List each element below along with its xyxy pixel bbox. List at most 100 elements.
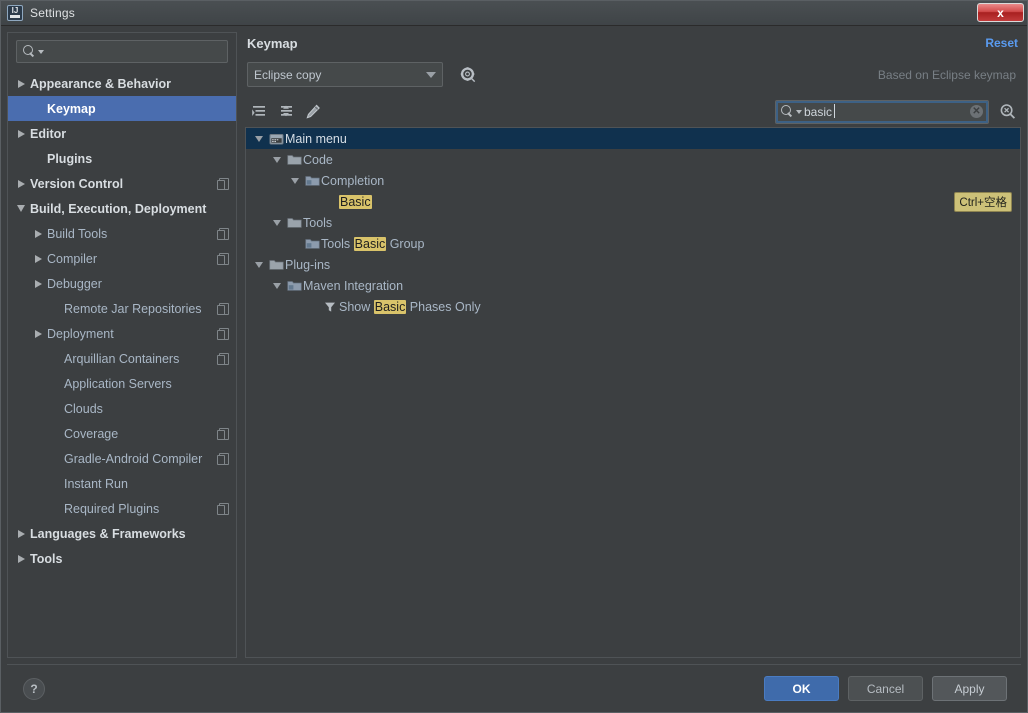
ok-button[interactable]: OK [764,676,839,701]
action-tree-row-label: Maven Integration [303,279,403,293]
action-tree-row[interactable]: Main menu [246,128,1020,149]
project-settings-icon [217,352,229,365]
settings-dialog: Settings x Appearance & Behavior Keymap Ed… [0,0,1028,713]
sidebar-item-build-execution-deployment[interactable]: Build, Execution, Deployment [8,196,236,221]
chevron-right-icon[interactable] [12,554,30,563]
action-tree-row-label: Show Basic Phases Only [339,299,481,314]
chevron-right-icon[interactable] [29,229,47,238]
find-by-shortcut-icon[interactable] [997,101,1019,123]
sidebar-search-box[interactable] [16,40,228,63]
action-tree-row[interactable]: Tools [246,212,1020,233]
chevron-right-icon[interactable] [12,79,30,88]
close-icon[interactable]: ✕ [970,105,983,118]
chevron-down-icon[interactable] [250,261,267,268]
project-settings-icon [217,452,229,465]
chevron-down-icon[interactable] [268,156,285,163]
sidebar-item-label: Arquillian Containers [64,351,180,366]
close-icon[interactable]: x [977,3,1024,22]
keymap-search-wrap: basic ✕ [775,99,1019,124]
sidebar-item-version-control[interactable]: Version Control [8,171,236,196]
sidebar-item-remote-jar-repositories[interactable]: Remote Jar Repositories [8,296,236,321]
sidebar-item-coverage[interactable]: Coverage [8,421,236,446]
action-tree-row-label: Basic [339,194,372,209]
chevron-down-icon[interactable] [286,177,303,184]
cancel-button[interactable]: Cancel [848,676,923,701]
sidebar-item-arquillian-containers[interactable]: Arquillian Containers [8,346,236,371]
help-button[interactable]: ? [23,677,45,700]
gear-icon[interactable] [457,64,479,86]
search-input[interactable]: basic ✕ [775,99,989,124]
action-tree-row[interactable]: Basic Ctrl+空格 [246,191,1020,212]
sidebar-item-label: Remote Jar Repositories [64,301,202,316]
sidebar-item-clouds[interactable]: Clouds [8,396,236,421]
action-tree-row-label: Main menu [285,132,347,146]
chevron-right-icon[interactable] [12,529,30,538]
chevron-down-icon [796,109,802,114]
keymap-select-value: Eclipse copy [254,67,322,82]
sidebar-item-label: Instant Run [64,476,128,491]
project-settings-icon [217,327,229,340]
sidebar-item-editor[interactable]: Editor [8,121,236,146]
chevron-down-icon[interactable] [12,205,30,212]
sidebar-item-appearance-behavior[interactable]: Appearance & Behavior [8,71,236,96]
sidebar-item-compiler[interactable]: Compiler [8,246,236,271]
sidebar-item-label: Appearance & Behavior [30,76,172,91]
action-tree-row[interactable]: Completion [246,170,1020,191]
action-label-text: Tools [303,215,333,230]
sidebar-item-label: Debugger [47,276,102,291]
action-label-text: Completion [321,173,385,188]
sidebar-item-application-servers[interactable]: Application Servers [8,371,236,396]
folder-icon [267,258,285,271]
action-tree-row[interactable]: Maven Integration [246,275,1020,296]
keymap-toolbar: basic ✕ [245,96,1021,127]
pane-header: Keymap Reset Eclipse copy Based on Eclip… [245,32,1021,87]
sidebar-tree: Appearance & Behavior Keymap Editor Plugins… [8,69,236,657]
action-tree-row-label: Tools Basic Group [321,236,425,251]
chevron-down-icon[interactable] [268,282,285,289]
title-bar: Settings x [1,1,1027,26]
sidebar-item-deployment[interactable]: Deployment [8,321,236,346]
expand-all-icon[interactable] [247,100,271,124]
action-tree-row[interactable]: Show Basic Phases Only [246,296,1020,317]
apply-button[interactable]: Apply [932,676,1007,701]
action-tree-row-label: Completion [321,174,384,188]
sidebar-item-plugins[interactable]: Plugins [8,146,236,171]
sidebar-item-label: Keymap [47,101,96,116]
reset-link[interactable]: Reset [985,36,1018,50]
action-tree-row[interactable]: Plug-ins [246,254,1020,275]
chevron-down-icon [38,49,44,54]
sidebar-item-required-plugins[interactable]: Required Plugins [8,496,236,521]
sidebar-item-instant-run[interactable]: Instant Run [8,471,236,496]
chevron-right-icon[interactable] [29,279,47,288]
sidebar-item-keymap[interactable]: Keymap [8,96,236,121]
sidebar-item-tools[interactable]: Tools [8,546,236,571]
sidebar-item-label: Tools [30,551,63,566]
collapse-all-icon[interactable] [274,100,298,124]
sidebar-item-languages-frameworks[interactable]: Languages & Frameworks [8,521,236,546]
chevron-down-icon[interactable] [250,135,267,142]
dialog-footer: ? OK Cancel Apply [7,664,1021,712]
keymap-select[interactable]: Eclipse copy [247,62,443,87]
action-tree-row[interactable]: Code [246,149,1020,170]
sidebar-item-label: Gradle-Android Compiler [64,451,203,466]
filter-icon [321,300,339,314]
chevron-right-icon[interactable] [29,254,47,263]
sidebar-item-build-tools[interactable]: Build Tools [8,221,236,246]
keymap-action-tree[interactable]: Main menu Code Completion Basic Ctrl+空格 Tools… [245,127,1021,658]
action-label-text: Group [386,236,425,251]
sidebar-item-debugger[interactable]: Debugger [8,271,236,296]
search-match-highlight: Basic [373,299,407,314]
sidebar-item-gradle-android-compiler[interactable]: Gradle-Android Compiler [8,446,236,471]
action-tree-row[interactable]: Tools Basic Group [246,233,1020,254]
edit-shortcut-icon[interactable] [301,100,325,124]
chevron-right-icon[interactable] [29,329,47,338]
action-label-text: Tools [321,236,354,251]
folder-icon [285,216,303,229]
dialog-body: Appearance & Behavior Keymap Editor Plugins… [1,26,1027,658]
folder-blue-icon [285,279,303,292]
chevron-down-icon[interactable] [268,219,285,226]
chevron-right-icon[interactable] [12,179,30,188]
chevron-right-icon[interactable] [12,129,30,138]
search-match-highlight: Basic [339,194,372,209]
settings-sidebar: Appearance & Behavior Keymap Editor Plugins… [7,32,237,658]
